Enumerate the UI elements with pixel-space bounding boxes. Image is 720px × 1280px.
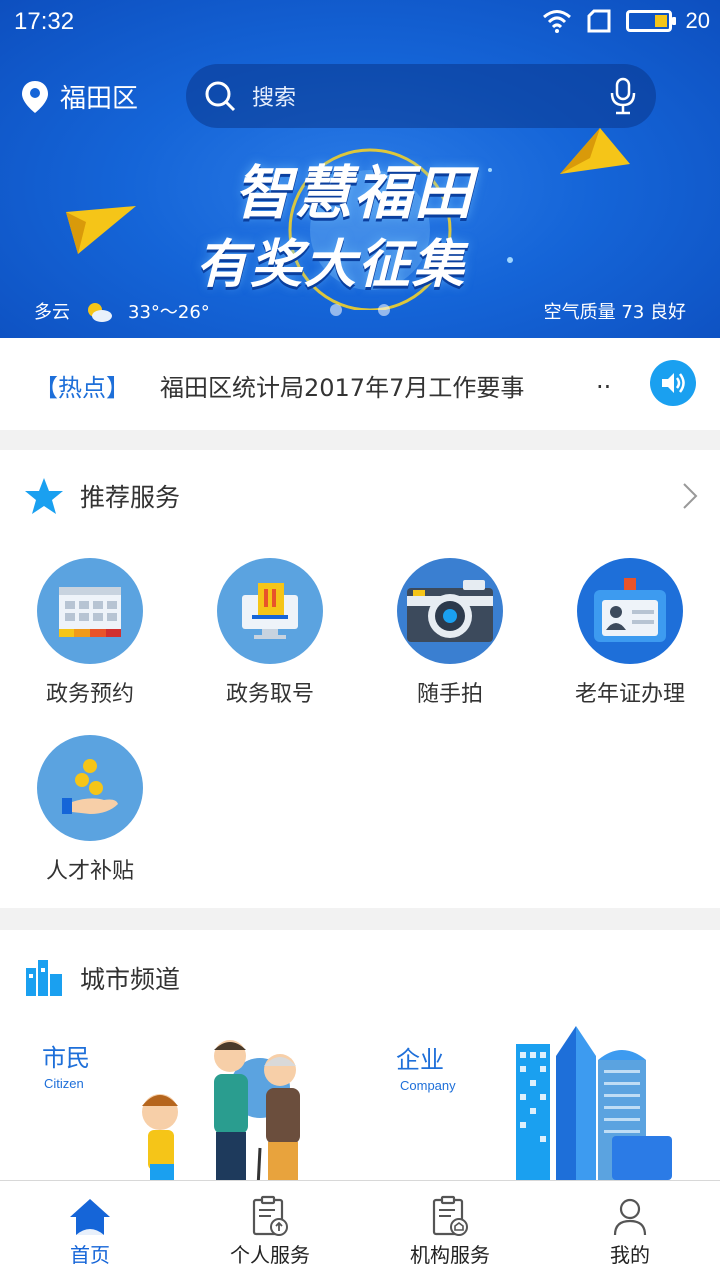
location-selector[interactable]: 福田区 (22, 78, 138, 115)
carousel-dot (378, 304, 390, 316)
air-quality: 空气质量 73 良好 (543, 302, 686, 323)
calendar-icon (37, 558, 143, 664)
city-channel-header: 城市频道 (24, 958, 180, 998)
citizens-illustration (142, 1040, 300, 1180)
id-card-icon (577, 558, 683, 664)
home-icon (70, 1199, 110, 1235)
top-banner[interactable]: 17:32 20 福田区 搜索 智慧福田 有奖大征集 多云 33°～26° 空气… (0, 0, 720, 338)
microphone-icon[interactable] (608, 77, 638, 115)
camera-icon (397, 558, 503, 664)
service-talent-subsidy[interactable]: 人才补贴 (0, 735, 180, 885)
tab-personal-services[interactable]: 个人服务 (180, 1181, 360, 1280)
chevron-right-icon[interactable] (682, 482, 698, 510)
tab-label: 我的 (610, 1243, 650, 1267)
city-buildings-icon (26, 960, 62, 996)
tab-institution-services[interactable]: 机构服务 (360, 1181, 540, 1280)
ticket-machine-icon (217, 558, 323, 664)
buildings-illustration (516, 1026, 672, 1180)
service-gov-appointment[interactable]: 政务预约 (0, 558, 180, 708)
hot-news-ellipsis: .. (596, 366, 612, 394)
yellow-triangle-decoration (560, 128, 630, 174)
location-pin-icon (22, 80, 48, 113)
tab-label: 个人服务 (230, 1243, 310, 1267)
status-time: 17:32 (14, 8, 75, 35)
temperature: 33°～26° (128, 302, 210, 323)
service-label: 人才补贴 (45, 859, 134, 884)
banner-headline-1: 智慧福田 (234, 159, 475, 227)
search-bar[interactable]: 搜索 (186, 64, 656, 128)
service-label: 随手拍 (416, 682, 483, 707)
city-channel-title: 城市频道 (80, 965, 181, 994)
banner-headline-2: 有奖大征集 (196, 235, 467, 295)
weather-info: 多云 33°～26° (34, 298, 210, 324)
service-gov-ticket[interactable]: 政务取号 (180, 558, 360, 708)
battery-level: 20 (685, 8, 710, 33)
clipboard-person-icon (252, 1195, 288, 1236)
status-bar: 17:32 20 (0, 0, 720, 44)
recommended-header[interactable]: 推荐服务 (24, 476, 180, 516)
citizen-channel[interactable]: 市民 Citizen (0, 1020, 360, 1180)
citizen-title: 市民 (42, 1044, 90, 1072)
hot-news-text[interactable]: 福田区统计局2017年7月工作要事 (160, 368, 524, 403)
coins-hand-icon (37, 735, 143, 841)
service-label: 老年证办理 (574, 682, 685, 707)
recommended-services-section: 推荐服务 政务预约 政务取号 随手拍 老年证办理 人才补贴 (0, 450, 720, 908)
citizen-subtitle: Citizen (44, 1076, 84, 1091)
sim-card-icon (587, 9, 611, 33)
search-icon (205, 81, 236, 112)
company-channel[interactable]: 企业 Company (360, 1020, 720, 1180)
service-label: 政务取号 (225, 682, 314, 707)
tab-label: 机构服务 (410, 1243, 490, 1267)
battery-icon (625, 10, 676, 32)
service-label: 政务预约 (45, 682, 134, 707)
star-icon (25, 478, 63, 514)
search-placeholder[interactable]: 搜索 (252, 80, 608, 112)
hot-news-bar[interactable]: 【热点】 福田区统计局2017年7月工作要事 .. (0, 338, 720, 430)
carousel-dot (330, 304, 342, 316)
city-channel-section: 城市频道 市民 Citizen 企业 Company (0, 930, 720, 1180)
yellow-triangle-decoration (66, 206, 136, 254)
partly-cloudy-icon (88, 303, 112, 322)
clipboard-building-icon (432, 1195, 468, 1236)
wifi-icon (542, 10, 571, 33)
weather-condition: 多云 (34, 302, 70, 323)
hot-tag: 【热点】 (34, 374, 130, 402)
tab-mine[interactable]: 我的 (540, 1181, 720, 1280)
speaker-button[interactable] (650, 360, 696, 406)
service-senior-card[interactable]: 老年证办理 (540, 558, 720, 708)
service-snapshot[interactable]: 随手拍 (360, 558, 540, 708)
carousel-indicator (330, 304, 390, 316)
tab-label: 首页 (70, 1243, 110, 1267)
location-label: 福田区 (60, 84, 139, 114)
person-icon (613, 1198, 647, 1236)
tab-home[interactable]: 首页 (0, 1181, 180, 1280)
recommended-title: 推荐服务 (80, 483, 181, 512)
company-subtitle: Company (400, 1078, 456, 1093)
bottom-tab-bar: 首页 个人服务 机构服务 我的 (0, 1180, 720, 1280)
speaker-icon (662, 373, 685, 393)
company-title: 企业 (396, 1046, 444, 1074)
